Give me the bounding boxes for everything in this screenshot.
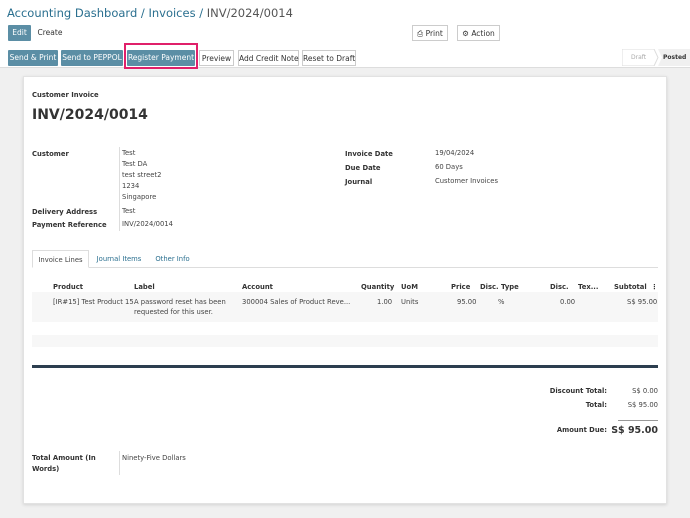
- breadcrumb: Accounting Dashboard / Invoices / INV/20…: [7, 6, 293, 20]
- tab-invoice-lines[interactable]: Invoice Lines: [32, 250, 89, 268]
- customer-name[interactable]: Test: [122, 148, 135, 159]
- cell-label[interactable]: A password reset has been: [134, 297, 226, 307]
- cell-price[interactable]: 95.00: [457, 297, 476, 307]
- gear-icon: ⚙: [462, 29, 469, 38]
- highlight-box: [124, 43, 198, 69]
- invoice-number: INV/2024/0014: [32, 107, 148, 123]
- column-header-disc-type[interactable]: Disc. Type: [480, 283, 519, 291]
- amount-in-words-label: Total Amount (In: [32, 454, 96, 462]
- field-divider: [119, 451, 120, 475]
- cell-uom[interactable]: Units: [401, 297, 418, 307]
- status-posted: Posted: [663, 54, 687, 61]
- amount-due-value: S$ 95.00: [611, 425, 658, 436]
- reset-to-draft-button[interactable]: Reset to Draft: [302, 50, 356, 66]
- invoice-date-value: 19/04/2024: [435, 149, 475, 157]
- cell-account[interactable]: 300004 Sales of Product Reve...: [242, 297, 350, 307]
- customer-address-line: Singapore: [122, 193, 157, 201]
- discount-total-label: Discount Total:: [549, 387, 607, 395]
- journal-label: Journal: [345, 178, 373, 186]
- payment-reference-label: Payment Reference: [32, 221, 107, 229]
- column-header-uom[interactable]: UoM: [401, 283, 418, 291]
- status-draft[interactable]: Draft: [631, 54, 646, 61]
- table-footer-divider: [32, 365, 658, 368]
- customer-address-line: Test DA: [122, 160, 148, 168]
- totals-divider: [618, 420, 658, 421]
- column-header-subtotal[interactable]: Subtotal: [614, 283, 647, 291]
- delivery-address-value[interactable]: Test: [122, 206, 135, 217]
- invoice-sheet: Customer Invoice INV/2024/0014 Customer …: [23, 76, 667, 504]
- create-button[interactable]: Create: [35, 25, 65, 41]
- print-button-label: Print: [425, 29, 443, 38]
- total-value: S$ 95.00: [627, 401, 658, 409]
- tab-other-info[interactable]: Other Info: [149, 250, 196, 268]
- journal-value[interactable]: Customer Invoices: [435, 176, 498, 187]
- cell-subtotal[interactable]: S$ 95.00: [627, 297, 657, 307]
- cell-quantity[interactable]: 1.00: [377, 297, 392, 307]
- cell-product[interactable]: [IR#15] Test Product 15: [53, 297, 134, 307]
- customer-address-line: test street2: [122, 171, 162, 179]
- column-header-account[interactable]: Account: [242, 283, 273, 291]
- breadcrumb-separator: /: [195, 6, 207, 20]
- customer-address-line: 1234: [122, 182, 140, 190]
- amount-in-words-value: Ninety-Five Dollars: [122, 454, 186, 462]
- action-button-label: Action: [471, 29, 495, 38]
- due-date-value[interactable]: 60 Days: [435, 162, 463, 173]
- action-button[interactable]: ⚙ Action: [457, 25, 500, 41]
- column-header-label[interactable]: Label: [134, 283, 155, 291]
- column-header-quantity[interactable]: Quantity: [361, 283, 394, 291]
- customer-label: Customer: [32, 150, 69, 158]
- cell-disc[interactable]: 0.00: [560, 297, 575, 307]
- send-print-button[interactable]: Send & Print: [8, 50, 58, 66]
- print-button[interactable]: ⎙ Print: [412, 25, 448, 41]
- printer-icon: ⎙: [417, 29, 424, 38]
- send-to-peppol-button[interactable]: Send to PEPPOL: [61, 50, 123, 66]
- optional-columns-icon[interactable]: ⋮: [651, 283, 658, 291]
- discount-total-value: S$ 0.00: [632, 387, 658, 395]
- cell-label[interactable]: requested for this user.: [134, 307, 213, 317]
- invoice-date-label: Invoice Date: [345, 150, 393, 158]
- breadcrumb-separator: /: [137, 6, 149, 20]
- cell-disc-type[interactable]: %: [498, 297, 504, 307]
- control-panel: Accounting Dashboard / Invoices / INV/20…: [0, 0, 690, 68]
- edit-button[interactable]: Edit: [8, 25, 31, 41]
- breadcrumb-invoices[interactable]: Invoices: [148, 6, 195, 20]
- breadcrumb-current: INV/2024/0014: [206, 6, 293, 20]
- notebook-tabs: Invoice Lines Journal Items Other Info: [32, 250, 658, 268]
- column-header-taxes[interactable]: Tex...: [578, 283, 598, 291]
- column-header-product[interactable]: Product: [53, 283, 83, 291]
- amount-due-label: Amount Due:: [556, 426, 607, 434]
- column-header-disc[interactable]: Disc.: [550, 283, 569, 291]
- breadcrumb-accounting-dashboard[interactable]: Accounting Dashboard: [7, 6, 137, 20]
- preview-button[interactable]: Preview: [199, 50, 234, 66]
- amount-in-words-label: Words): [32, 465, 60, 473]
- invoice-type-label: Customer Invoice: [32, 91, 99, 99]
- status-bar: Draft Posted: [622, 49, 690, 66]
- add-credit-note-button[interactable]: Add Credit Note: [238, 50, 299, 66]
- field-divider: [119, 147, 120, 231]
- table-row-empty: [32, 335, 658, 347]
- column-header-price[interactable]: Price: [451, 283, 470, 291]
- total-label: Total:: [585, 401, 607, 409]
- delivery-address-label: Delivery Address: [32, 208, 98, 216]
- tab-journal-items[interactable]: Journal Items: [91, 250, 147, 268]
- payment-reference-value: INV/2024/0014: [122, 220, 173, 228]
- due-date-label: Due Date: [345, 164, 381, 172]
